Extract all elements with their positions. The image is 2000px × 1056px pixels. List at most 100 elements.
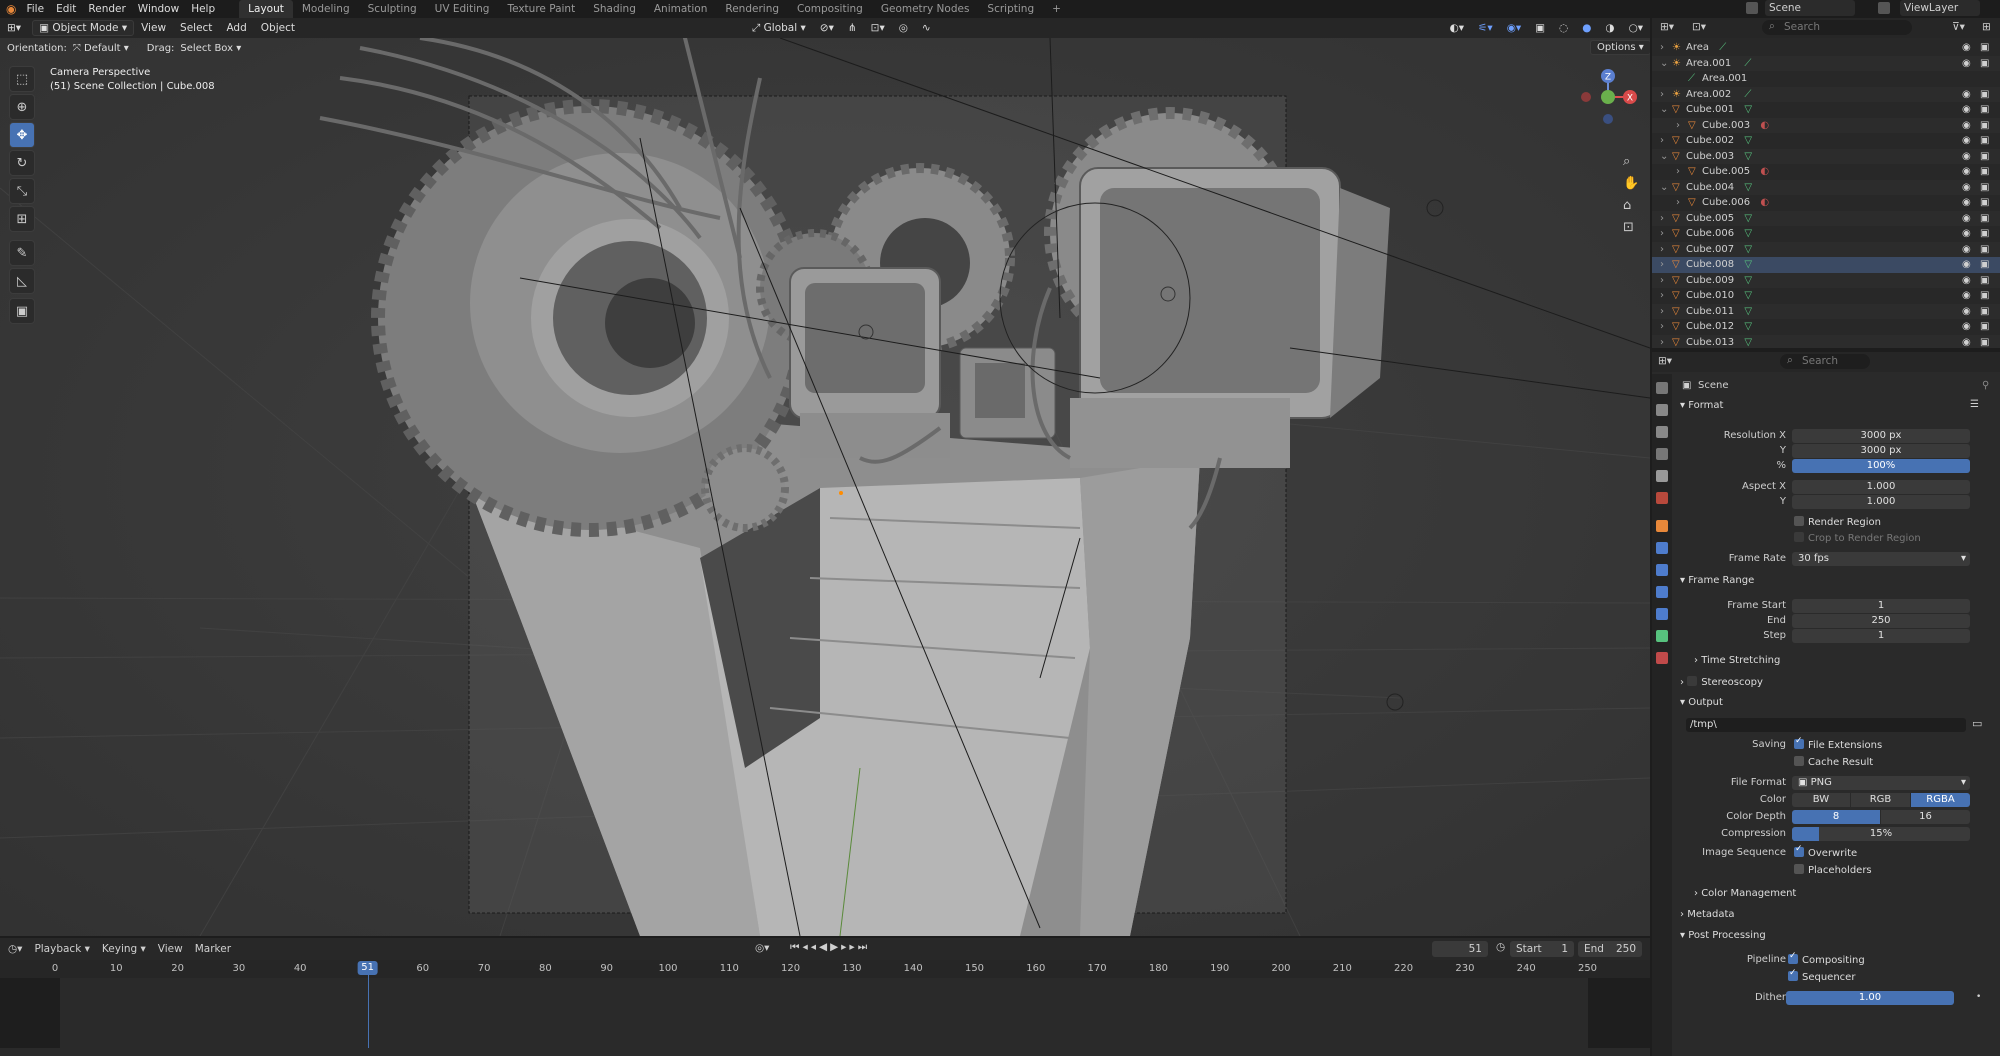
object-data-icon[interactable]: ▽ xyxy=(1744,135,1752,146)
workspace-tab-scripting[interactable]: Scripting xyxy=(978,0,1043,18)
color-depth-8-button[interactable]: 8 xyxy=(1792,810,1880,824)
outliner-row[interactable]: ⟋ Area.001 xyxy=(1652,71,2000,87)
properties-editor[interactable]: ⊞▾ Search ⌕ ▣ Scene ⚲ ▾ Format ☰ Resolut… xyxy=(1652,352,2000,1056)
output-panel-header[interactable]: ▾ Output xyxy=(1680,697,1723,708)
start-frame-field[interactable]: Start 1 xyxy=(1510,941,1574,957)
snap-settings-icon[interactable]: ⊡▾ xyxy=(864,22,892,34)
object-mode-dropdown[interactable]: ▣ Object Mode ▾ xyxy=(32,20,135,36)
visibility-eye-icon[interactable]: ◉ xyxy=(1962,337,1971,348)
render-camera-icon[interactable]: ▣ xyxy=(1980,89,1989,100)
sequencer-checkbox[interactable]: Sequencer xyxy=(1788,968,1855,983)
workspace-tab-sculpting[interactable]: Sculpting xyxy=(359,0,426,18)
workspace-tab-layout[interactable]: Layout xyxy=(239,0,293,18)
current-frame-field[interactable]: 51 xyxy=(1432,941,1488,957)
render-camera-icon[interactable]: ▣ xyxy=(1980,213,1989,224)
metadata-panel[interactable]: › Metadata xyxy=(1680,909,1735,920)
next-keyframe-icon[interactable]: ▸▸ xyxy=(841,941,858,953)
cache-result-checkbox[interactable]: Cache Result xyxy=(1794,756,1873,768)
expand-arrow-icon[interactable]: › xyxy=(1660,306,1664,317)
cursor-tool[interactable]: ⊕ xyxy=(9,94,35,120)
annotate-tool[interactable]: ✎ xyxy=(9,240,35,266)
render-camera-icon[interactable]: ▣ xyxy=(1980,151,1989,162)
frame-ruler[interactable]: 0 10 20 30 40 60 70 80 90 100 110 120 130 140 150 160 17… xyxy=(0,960,1650,978)
outliner-row[interactable]: › ▽ Cube.005 ◐ ◉ ▣ xyxy=(1652,164,2000,180)
frame-step-field[interactable]: 1 xyxy=(1792,629,1970,643)
outliner-row[interactable]: ⌄ ▽ Cube.004 ▽ ◉ ▣ xyxy=(1652,179,2000,195)
time-stretching-panel[interactable]: › Time Stretching xyxy=(1694,655,1780,666)
visibility-eye-icon[interactable]: ◉ xyxy=(1962,306,1971,317)
keyframe-dot-icon[interactable]: • xyxy=(1976,992,1981,1002)
pin-icon[interactable]: ⚲ xyxy=(1982,380,1989,391)
preview-range-icon[interactable]: ◷ xyxy=(1496,941,1505,953)
frame-rate-dropdown[interactable]: 30 fps ▾ xyxy=(1792,552,1970,566)
expand-arrow-icon[interactable]: › xyxy=(1660,213,1664,224)
scale-tool[interactable]: ⤡ xyxy=(9,178,35,204)
workspace-tab-modeling[interactable]: Modeling xyxy=(293,0,359,18)
expand-arrow-icon[interactable]: › xyxy=(1676,166,1680,177)
transform-orientation-dropdown[interactable]: ⤢ Global ▾ xyxy=(745,22,813,35)
properties-editor-icon[interactable]: ⊞▾ xyxy=(1658,355,1672,367)
move-tool[interactable]: ✥ xyxy=(9,122,35,148)
pivot-icon[interactable]: ⊘▾ xyxy=(813,22,841,34)
object-data-icon[interactable]: ▽ xyxy=(1744,182,1752,193)
material-tab-icon[interactable] xyxy=(1656,652,1668,664)
workspace-tab-shading[interactable]: Shading xyxy=(584,0,645,18)
blender-logo-icon[interactable]: ◉ xyxy=(0,2,20,16)
visibility-eye-icon[interactable]: ◉ xyxy=(1962,259,1971,270)
workspace-tab-rendering[interactable]: Rendering xyxy=(716,0,788,18)
object-data-icon[interactable]: ▽ xyxy=(1744,104,1752,115)
presets-icon[interactable]: ☰ xyxy=(1970,399,1979,410)
expand-arrow-icon[interactable]: › xyxy=(1660,42,1664,53)
workspace-tab-animation[interactable]: Animation xyxy=(645,0,717,18)
resolution-percent-field[interactable]: 100% xyxy=(1792,459,1970,473)
shading-material-icon[interactable]: ◑ xyxy=(1598,22,1621,34)
color-bw-button[interactable]: BW xyxy=(1792,793,1850,807)
outliner-row[interactable]: › ▽ Cube.012 ▽ ◉ ▣ xyxy=(1652,319,2000,335)
post-processing-panel-header[interactable]: ▾ Post Processing xyxy=(1680,930,1766,941)
rotate-tool[interactable]: ↻ xyxy=(9,150,35,176)
placeholders-checkbox[interactable]: Placeholders xyxy=(1794,864,1872,876)
expand-arrow-icon[interactable]: › xyxy=(1660,89,1664,100)
outliner-row[interactable]: ⌄ ▽ Cube.003 ▽ ◉ ▣ xyxy=(1652,148,2000,164)
material-icon[interactable]: ◐ xyxy=(1760,120,1769,131)
menu-help[interactable]: Help xyxy=(185,3,221,15)
object-data-icon[interactable]: ▽ xyxy=(1744,228,1752,239)
workspace-tab-uv-editing[interactable]: UV Editing xyxy=(426,0,499,18)
outliner-row[interactable]: › ▽ Cube.011 ▽ ◉ ▣ xyxy=(1652,303,2000,319)
render-camera-icon[interactable]: ▣ xyxy=(1980,166,1989,177)
render-camera-icon[interactable]: ▣ xyxy=(1980,228,1989,239)
object-data-icon[interactable]: ▽ xyxy=(1744,244,1752,255)
visibility-eye-icon[interactable]: ◉ xyxy=(1962,58,1971,69)
gizmo-y-axis[interactable] xyxy=(1601,90,1615,104)
snap-icon[interactable]: ⋔ xyxy=(841,22,864,34)
color-management-panel[interactable]: › Color Management xyxy=(1694,888,1796,899)
gizmo-toggle-icon[interactable]: ⚟▾ xyxy=(1471,22,1500,34)
material-icon[interactable]: ◐ xyxy=(1760,197,1769,208)
view-layer-selector[interactable]: ViewLayer xyxy=(1900,0,1980,16)
expand-arrow-icon[interactable]: ⌄ xyxy=(1660,151,1668,162)
gizmo-neg-z-axis[interactable] xyxy=(1603,114,1613,124)
outliner-row[interactable]: › ▽ Cube.009 ▽ ◉ ▣ xyxy=(1652,272,2000,288)
jump-end-icon[interactable]: ⏭ xyxy=(858,941,870,953)
visibility-eye-icon[interactable]: ◉ xyxy=(1962,182,1971,193)
camera-view-icon[interactable]: ⌂ xyxy=(1623,198,1631,213)
outliner-row[interactable]: › ▽ Cube.006 ◐ ◉ ▣ xyxy=(1652,195,2000,211)
display-mode-icon[interactable]: ⊡▾ xyxy=(1692,21,1706,33)
outliner-row[interactable]: › ▽ Cube.013 ▽ ◉ ▣ xyxy=(1652,334,2000,348)
stereoscopy-checkbox[interactable] xyxy=(1687,676,1698,686)
visibility-eye-icon[interactable]: ◉ xyxy=(1962,275,1971,286)
folder-icon[interactable]: ▭ xyxy=(1972,717,1982,730)
render-camera-icon[interactable]: ▣ xyxy=(1980,104,1989,115)
orientation-dropdown[interactable]: ⤧ Default ▾ xyxy=(67,43,129,54)
viewport-menu-add[interactable]: Add xyxy=(219,22,253,34)
drag-dropdown[interactable]: Select Box ▾ xyxy=(174,43,241,54)
timeline-editor-icon[interactable]: ◷▾ xyxy=(0,943,28,955)
play-reverse-icon[interactable]: ◀ xyxy=(819,941,830,953)
xray-icon[interactable]: ▣ xyxy=(1528,22,1552,34)
3d-viewport[interactable]: ⊞▾ ▣ Object Mode ▾ View Select Add Objec… xyxy=(0,18,1650,936)
expand-arrow-icon[interactable]: › xyxy=(1676,197,1680,208)
output-path-field[interactable]: /tmp\ xyxy=(1686,718,1966,732)
object-data-icon[interactable]: ▽ xyxy=(1744,306,1752,317)
frame-end-field[interactable]: 250 xyxy=(1792,614,1970,628)
editor-type-icon[interactable]: ⊞▾ xyxy=(0,22,28,34)
